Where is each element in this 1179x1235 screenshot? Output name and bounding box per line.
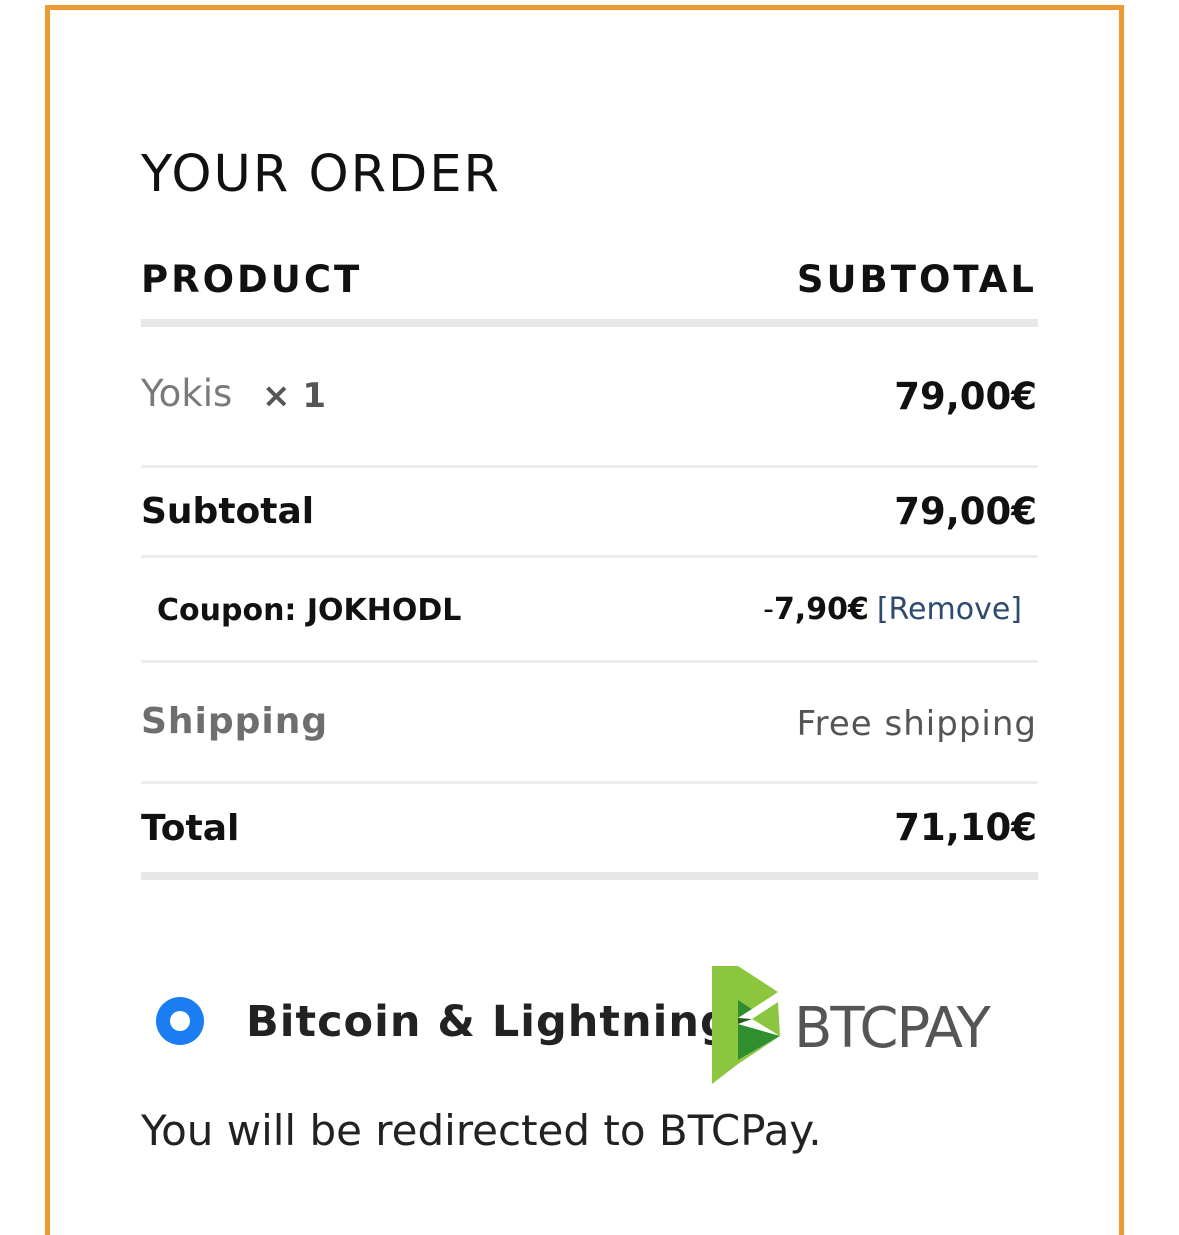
column-header-product: PRODUCT xyxy=(141,258,363,301)
coupon-discount: -7,90€ [Remove] xyxy=(763,592,1022,627)
row-divider xyxy=(141,555,1038,558)
column-header-subtotal: SUBTOTAL xyxy=(796,258,1037,301)
coupon-amount: 7,90€ xyxy=(773,592,869,627)
product-name: Yokis xyxy=(141,372,233,415)
product-price: 79,00€ xyxy=(894,375,1037,418)
total-label: Total xyxy=(141,808,240,849)
remove-coupon-link[interactable]: [Remove] xyxy=(877,592,1022,627)
row-divider xyxy=(141,781,1038,784)
row-divider xyxy=(141,465,1038,468)
product-quantity: × 1 xyxy=(262,376,326,416)
payment-method-label[interactable]: Bitcoin & Lightning xyxy=(246,997,732,1047)
total-divider xyxy=(141,872,1038,880)
shipping-label: Shipping xyxy=(141,701,329,742)
subtotal-value: 79,00€ xyxy=(894,490,1037,533)
row-divider xyxy=(141,660,1038,663)
btcpay-logo-icon: BTCPAY xyxy=(712,966,994,1084)
shipping-value: Free shipping xyxy=(796,704,1037,744)
btcpay-logo-text: BTCPAY xyxy=(794,996,992,1061)
redirect-note: You will be redirected to BTCPay. xyxy=(141,1106,822,1155)
btcpay-logo: BTCPAY xyxy=(708,964,998,1093)
subtotal-label: Subtotal xyxy=(141,491,315,532)
payment-method-radio[interactable] xyxy=(156,997,204,1045)
coupon-label: Coupon: JOKHODL xyxy=(157,593,462,628)
order-title: YOUR ORDER xyxy=(141,145,501,204)
total-value: 71,10€ xyxy=(894,806,1037,849)
header-divider xyxy=(141,319,1038,327)
coupon-minus: - xyxy=(763,592,774,627)
